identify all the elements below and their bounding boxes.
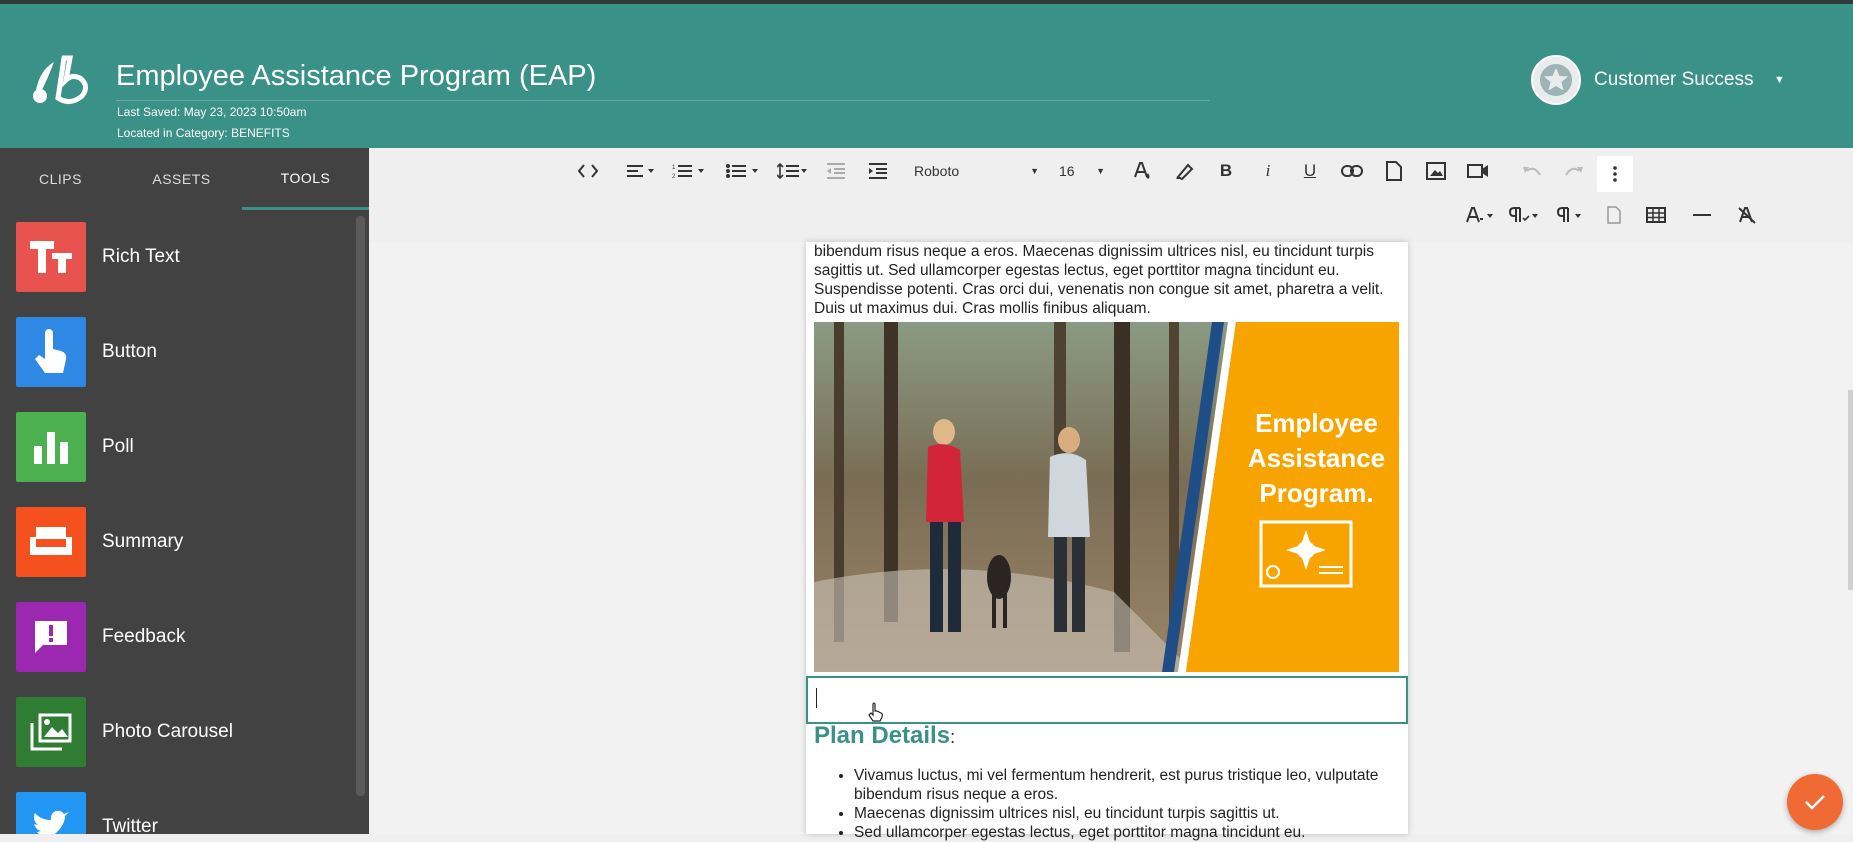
tool-label: Photo Carousel xyxy=(102,721,233,742)
sidebar: CLIPS ASSETS TOOLS Rich Text Button Poll xyxy=(0,148,369,834)
text-format-icon xyxy=(16,222,86,292)
video-icon[interactable] xyxy=(1463,156,1493,186)
chevron-down-icon[interactable]: ▼ xyxy=(1774,74,1785,86)
user-name[interactable]: Customer Success xyxy=(1594,69,1753,91)
plan-details-list[interactable]: Vivamus luctus, mi vel fermentum hendrer… xyxy=(854,766,1404,842)
editor-toolbar-secondary xyxy=(369,194,1853,242)
horizontal-rule-icon[interactable] xyxy=(1687,200,1717,230)
tool-photo-carousel[interactable]: Photo Carousel xyxy=(0,685,355,780)
undo-icon[interactable] xyxy=(1517,156,1547,186)
bullet-list-icon[interactable] xyxy=(723,156,763,186)
font-family-select[interactable]: Roboto ▼ xyxy=(914,156,1039,186)
redo-icon[interactable] xyxy=(1559,156,1589,186)
link-icon[interactable] xyxy=(1337,156,1367,186)
code-view-icon[interactable] xyxy=(573,156,603,186)
bold-icon[interactable]: B xyxy=(1211,156,1241,186)
body-paragraph[interactable]: bibendum risus neque a eros. Maecenas di… xyxy=(814,242,1404,318)
feedback-icon xyxy=(16,602,86,672)
text-cursor xyxy=(816,688,817,708)
title-divider xyxy=(116,100,1210,101)
clear-format-icon[interactable] xyxy=(1732,200,1762,230)
banner-text: Employee Assistance Program. xyxy=(1247,408,1386,508)
star-icon xyxy=(1540,64,1572,96)
tool-label: Rich Text xyxy=(102,246,180,267)
hero-image[interactable]: Employee Assistance Program. xyxy=(814,322,1399,672)
font-size-value: 16 xyxy=(1059,163,1075,179)
pdf-icon[interactable] xyxy=(1599,200,1629,230)
tool-label: Feedback xyxy=(102,626,186,647)
tool-summary[interactable]: Summary xyxy=(0,495,355,590)
tool-rich-text[interactable]: Rich Text xyxy=(0,210,355,305)
paragraph-format-icon[interactable] xyxy=(1552,200,1588,230)
app-header: Employee Assistance Program (EAP) Last S… xyxy=(0,0,1853,148)
tool-poll[interactable]: Poll xyxy=(0,400,355,495)
tool-label: Summary xyxy=(102,531,184,552)
user-avatar[interactable] xyxy=(1531,55,1581,105)
empty-text-block[interactable] xyxy=(806,676,1408,724)
hand-cursor-icon xyxy=(868,702,883,722)
italic-icon[interactable]: i xyxy=(1253,156,1283,186)
tab-tools[interactable]: TOOLS xyxy=(242,148,369,210)
tool-label: Button xyxy=(102,341,157,362)
save-button[interactable] xyxy=(1787,774,1843,830)
text-color-icon[interactable] xyxy=(1127,156,1157,186)
check-icon xyxy=(1805,795,1825,810)
align-icon[interactable] xyxy=(623,156,659,186)
editor-toolbar: 12 Roboto ▼ 16 ▼ B i U xyxy=(369,148,1853,194)
heading-colon: : xyxy=(950,727,956,747)
sidebar-tabs: CLIPS ASSETS TOOLS xyxy=(0,148,369,210)
chevron-down-icon: ▼ xyxy=(1096,166,1105,176)
image-icon[interactable] xyxy=(1421,156,1451,186)
sidebar-scrollbar[interactable] xyxy=(356,216,365,796)
line-height-icon[interactable] xyxy=(775,156,811,186)
tab-clips[interactable]: CLIPS xyxy=(0,148,121,210)
brand-logo xyxy=(30,50,100,110)
tool-twitter[interactable]: Twitter xyxy=(0,780,355,834)
tool-button[interactable]: Button xyxy=(0,305,355,400)
editor-canvas: bibendum risus neque a eros. Maecenas di… xyxy=(369,242,1853,841)
ordered-list-icon[interactable]: 12 xyxy=(669,156,709,186)
bar-chart-icon xyxy=(16,412,86,482)
outdent-icon[interactable] xyxy=(821,156,851,186)
category-text: Located in Category: BENEFITS xyxy=(117,126,290,140)
font-style-icon[interactable] xyxy=(1462,200,1498,230)
svg-text:1: 1 xyxy=(672,165,676,171)
table-icon[interactable] xyxy=(1641,200,1671,230)
list-item: Sed ullamcorper egestas lectus, eget por… xyxy=(854,823,1404,842)
page-title: Employee Assistance Program (EAP) xyxy=(116,60,597,92)
list-item: Vivamus luctus, mi vel fermentum hendrer… xyxy=(854,766,1404,804)
chevron-down-icon: ▼ xyxy=(1030,166,1039,176)
tool-feedback[interactable]: Feedback xyxy=(0,590,355,685)
sofa-icon xyxy=(16,507,86,577)
section-heading-text: Plan Details xyxy=(814,722,951,749)
more-options-icon[interactable] xyxy=(1597,156,1633,192)
svg-text:2: 2 xyxy=(672,174,676,179)
paragraph-style-icon[interactable] xyxy=(1506,200,1542,230)
list-item: Maecenas dignissim ultrices nisl, eu tin… xyxy=(854,804,1404,823)
tool-list: Rich Text Button Poll Summary Feedback P… xyxy=(0,210,355,834)
touch-icon xyxy=(16,317,86,387)
underline-icon[interactable]: U xyxy=(1295,156,1325,186)
canvas-scrollbar[interactable] xyxy=(1848,390,1853,590)
highlight-icon[interactable] xyxy=(1169,156,1199,186)
font-size-select[interactable]: 16 ▼ xyxy=(1059,156,1105,186)
photo-library-icon xyxy=(16,697,86,767)
last-saved-text: Last Saved: May 23, 2023 10:50am xyxy=(117,105,307,119)
section-heading[interactable]: Plan Details: xyxy=(814,722,955,750)
font-family-value: Roboto xyxy=(914,163,960,179)
tab-assets[interactable]: ASSETS xyxy=(121,148,242,210)
tool-label: Poll xyxy=(102,436,134,457)
twitter-icon xyxy=(16,792,86,834)
tool-label: Twitter xyxy=(102,816,158,834)
file-icon[interactable] xyxy=(1379,156,1409,186)
indent-icon[interactable] xyxy=(863,156,893,186)
